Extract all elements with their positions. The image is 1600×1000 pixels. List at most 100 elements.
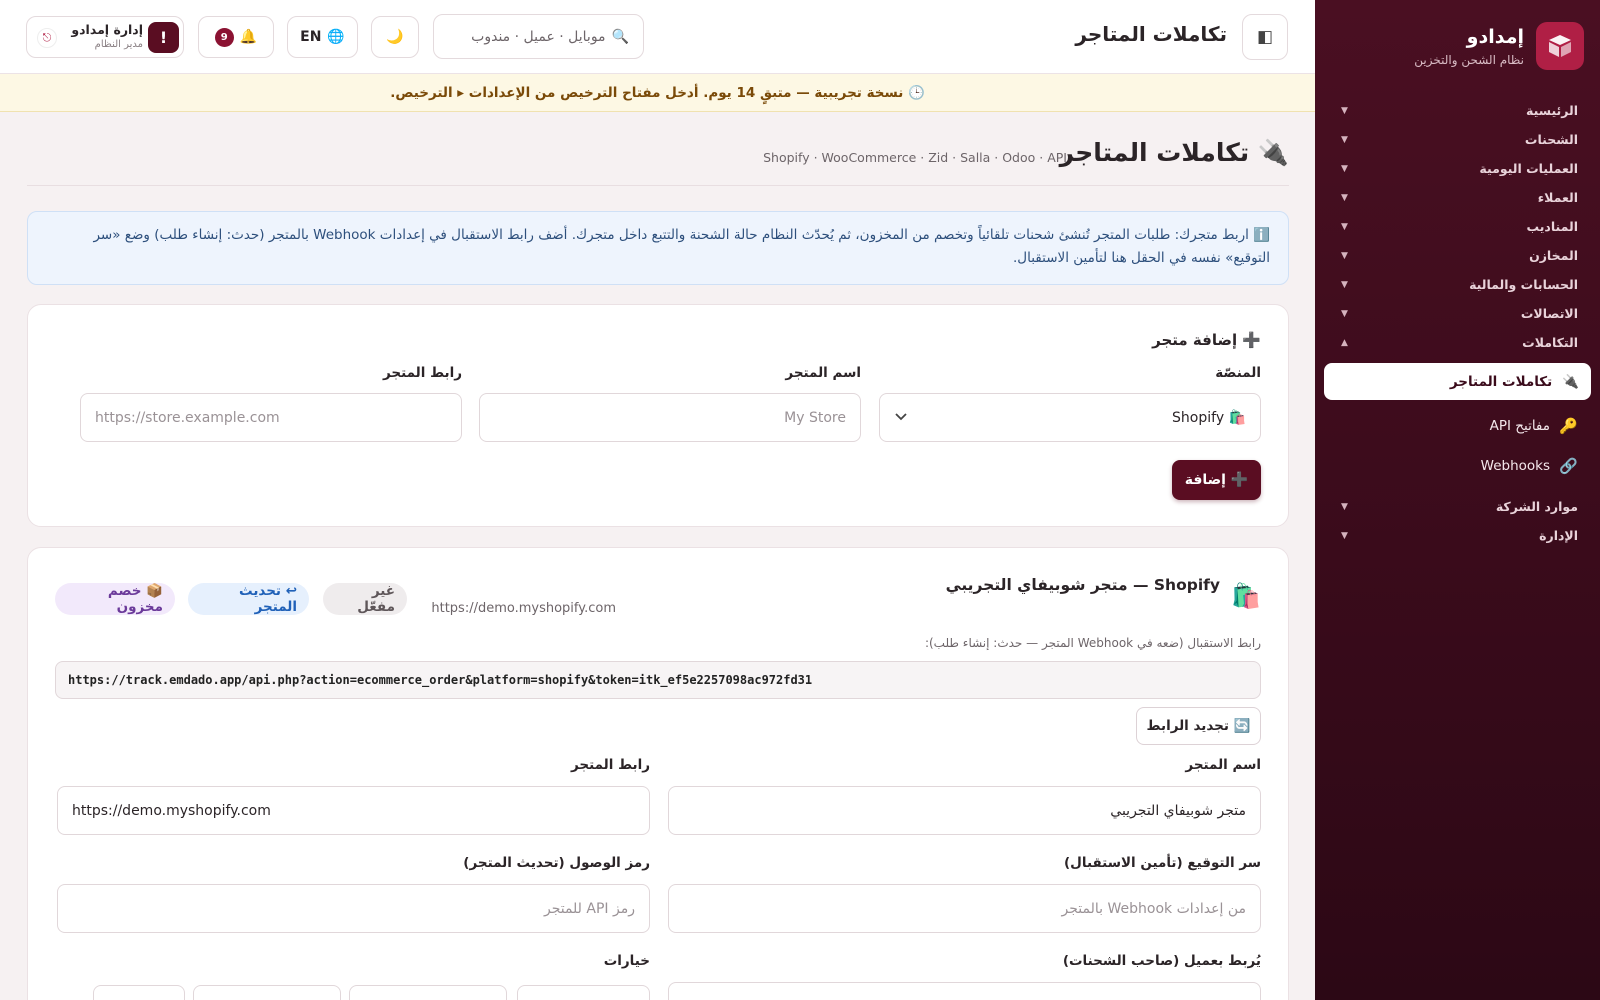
topbar: ◧ تكاملات المتاجر 🔍 موبايل · عميل · مندو… xyxy=(0,0,1315,74)
search-icon: 🔍 xyxy=(611,28,629,45)
language-button[interactable]: 🌐 EN xyxy=(287,16,358,58)
page-subtitle: Shopify · WooCommerce · Zid · Salla · Od… xyxy=(763,150,1067,165)
globe-icon: 🌐 xyxy=(327,29,345,45)
nav-group-home[interactable]: الرئيسية ▼ xyxy=(1315,96,1600,125)
store-url-label: رابط المتجر xyxy=(570,757,650,773)
signing-secret-input[interactable]: من إعدادات Webhook بالمتجر xyxy=(668,884,1261,933)
topbar-title: تكاملات المتاجر xyxy=(1075,22,1227,46)
link-icon: 🔗 xyxy=(1559,457,1578,475)
nav-group-label: موارد الشركة xyxy=(1495,499,1578,514)
store-url-input[interactable]: https://demo.myshopify.com xyxy=(57,786,650,835)
nav-group-couriers[interactable]: المناديب ▼ xyxy=(1315,212,1600,241)
sidebar-toggle-icon: ◧ xyxy=(1256,27,1274,47)
nav-group-warehouses[interactable]: المخازن ▼ xyxy=(1315,241,1600,270)
sidebar-item-api-keys[interactable]: 🔑 مفاتيح API xyxy=(1315,406,1600,446)
logout-icon[interactable]: ⎋ xyxy=(37,28,57,48)
access-token-input[interactable]: رمز API للمتجر xyxy=(57,884,650,933)
nav-group-label: التكاملات xyxy=(1522,335,1578,350)
store-card: 🛍️ Shopify — متجر شوبيفاي التجريبي https… xyxy=(27,547,1289,1000)
status-badge: غير مفعّل xyxy=(323,583,407,615)
chevron-down-icon: ▼ xyxy=(1341,501,1348,512)
store-url-label: رابط المتجر xyxy=(382,365,462,381)
option-checkbox-chip[interactable] xyxy=(193,985,341,1000)
regenerate-link-button[interactable]: 🔄 تجديد الرابط xyxy=(1136,707,1261,745)
add-store-card: ➕ إضافة متجر المنصّة 🛍️ Shopify اسم المت… xyxy=(27,304,1289,527)
nav-group-finance[interactable]: الحسابات والمالية ▼ xyxy=(1315,270,1600,299)
chevron-down-icon: ▼ xyxy=(1341,250,1348,261)
brand-subtitle: نظام الشحن والتخزين xyxy=(1414,53,1524,67)
store-card-url: https://demo.myshopify.com xyxy=(431,601,616,616)
user-menu[interactable]: ! إدارة إمدادو مدير النظام ⎋ xyxy=(26,16,184,58)
access-token-label: رمز الوصول (تحديث المتجر) xyxy=(463,855,650,871)
store-url-input[interactable]: https://store.example.com xyxy=(80,393,462,442)
nav-group-label: الإدارة xyxy=(1539,528,1578,543)
platform-select[interactable]: 🛍️ Shopify xyxy=(879,393,1261,442)
box-logo-icon xyxy=(1536,22,1584,70)
option-checkbox-chip[interactable] xyxy=(349,985,507,1000)
brand: إمدادو نظام الشحن والتخزين xyxy=(1331,22,1584,74)
moon-icon: 🌙 xyxy=(386,29,404,45)
platform-label: المنصّة xyxy=(1215,365,1261,381)
notification-count-badge: 9 xyxy=(214,27,234,47)
nav-group-integrations[interactable]: التكاملات ▲ xyxy=(1315,328,1600,357)
nav-group-label: الاتصالات xyxy=(1520,306,1578,321)
trial-banner: 🕒 نسخة تجريبية — متبقٍ 14 يوم. أدخل مفتا… xyxy=(0,74,1315,112)
nav-group-administration[interactable]: الإدارة ▼ xyxy=(1315,521,1600,550)
linked-client-label: يُربط بعميل (صاحب الشحنات) xyxy=(1062,953,1261,969)
chevron-down-icon: ▼ xyxy=(1341,308,1348,319)
add-store-button[interactable]: ➕ إضافة xyxy=(1172,460,1261,500)
plug-icon: 🔌 xyxy=(1257,138,1289,167)
plug-icon: 🔌 xyxy=(1562,373,1579,390)
nav-group-label: العمليات اليومية xyxy=(1479,161,1578,176)
sidebar-item-label: تكاملات المتاجر xyxy=(1449,373,1553,390)
theme-toggle-button[interactable]: 🌙 xyxy=(371,16,419,58)
chevron-down-icon: ▼ xyxy=(1341,105,1348,116)
nav-group-communications[interactable]: الاتصالات ▼ xyxy=(1315,299,1600,328)
key-icon: 🔑 xyxy=(1559,417,1578,435)
sync-store-button[interactable]: ↩ تحديث المتجر xyxy=(188,583,309,615)
sidebar-item-store-integrations[interactable]: 🔌 تكاملات المتاجر xyxy=(1324,363,1591,400)
nav-group-label: الرئيسية xyxy=(1526,103,1578,118)
chevron-down-icon: ▼ xyxy=(1341,530,1348,541)
linked-client-select[interactable] xyxy=(668,982,1261,1000)
nav-group-daily-ops[interactable]: العمليات اليومية ▼ xyxy=(1315,154,1600,183)
stock-deduction-badge[interactable]: 📦 خصم مخزون xyxy=(55,583,175,615)
sidebar-item-label: مفاتيح API xyxy=(1489,418,1550,434)
nav-group-label: المناديب xyxy=(1526,219,1579,234)
webhook-url-label: رابط الاستقبال (ضعه في Webhook المتجر — … xyxy=(924,636,1261,650)
chevron-down-icon xyxy=(894,409,908,427)
info-alert: ℹ️ اربط متجرك: طلبات المتجر تُنشئ شحنات … xyxy=(27,211,1289,285)
language-label: EN xyxy=(300,29,322,45)
global-search-input[interactable]: 🔍 موبايل · عميل · مندوب xyxy=(433,14,644,59)
store-name-label: اسم المتجر xyxy=(785,365,861,381)
user-role: مدير النظام xyxy=(94,39,143,50)
card-title: ➕ إضافة متجر xyxy=(1152,331,1261,349)
page-title-text: تكاملات المتاجر xyxy=(1059,138,1250,167)
nav-group-shipments[interactable]: الشحنات ▼ xyxy=(1315,125,1600,154)
webhook-url-field[interactable]: https://track.emdado.app/api.php?action=… xyxy=(55,661,1261,699)
sidebar-item-label: Webhooks xyxy=(1480,458,1550,474)
sidebar-item-webhooks[interactable]: 🔗 Webhooks xyxy=(1315,446,1600,486)
nav-group-customers[interactable]: العملاء ▼ xyxy=(1315,183,1600,212)
options-label: خيارات xyxy=(603,953,650,969)
page-header: 🔌 تكاملات المتاجر Shopify · WooCommerce … xyxy=(27,138,1289,186)
option-checkbox-chip[interactable] xyxy=(93,985,185,1000)
signing-secret-label: سر التوقيع (تأمين الاستقبال) xyxy=(1064,855,1261,871)
nav-group-label: الشحنات xyxy=(1524,132,1578,147)
option-checkbox-chip[interactable] xyxy=(517,985,650,1000)
search-placeholder: موبايل · عميل · مندوب xyxy=(471,28,606,45)
notifications-button[interactable]: 🔔 9 xyxy=(198,16,274,58)
platform-select-value: 🛍️ Shopify xyxy=(1172,409,1246,426)
nav-group-label: المخازن xyxy=(1529,248,1578,263)
sidebar: إمدادو نظام الشحن والتخزين الرئيسية ▼ الش… xyxy=(1315,0,1600,1000)
store-name-input[interactable]: My Store xyxy=(479,393,861,442)
store-name-label: اسم المتجر xyxy=(1185,757,1261,773)
store-name-input[interactable]: متجر شوبيفاي التجريبي xyxy=(668,786,1261,835)
page-title: 🔌 تكاملات المتاجر xyxy=(1060,138,1289,168)
bell-icon: 🔔 xyxy=(239,29,258,45)
sidebar-toggle-button[interactable]: ◧ xyxy=(1242,14,1288,60)
brand-name: إمدادو xyxy=(1466,26,1524,48)
shopping-bag-icon: 🛍️ xyxy=(1231,582,1261,610)
nav-group-company-resources[interactable]: موارد الشركة ▼ xyxy=(1315,492,1600,521)
user-name: إدارة إمدادو xyxy=(71,22,143,37)
